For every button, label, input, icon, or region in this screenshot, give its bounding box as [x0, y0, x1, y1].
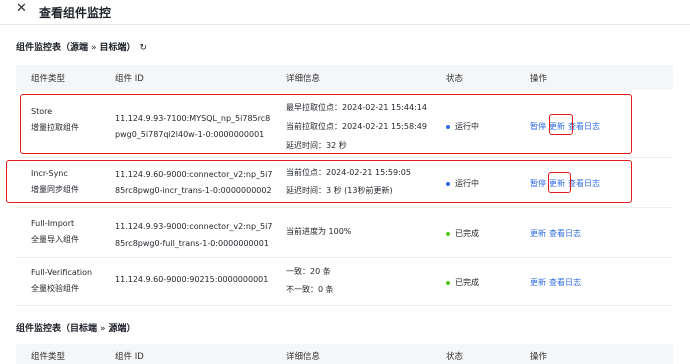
row3-status: 已完成 — [446, 228, 479, 239]
section-title-target: 目标端） — [99, 43, 136, 53]
column-header-status: 状态 — [446, 74, 464, 84]
direction-arrow: » — [100, 324, 106, 334]
row-divider — [16, 305, 673, 306]
view-log-button[interactable]: 查看日志 — [549, 229, 581, 238]
highlight-box — [6, 160, 632, 203]
row3-id: 11.124.9.93-9000:connector_v2:np_5i7 85r… — [115, 218, 272, 252]
header-divider — [0, 24, 690, 25]
component-id-line1: 11.124.9.60-9000:90215:0000000001 — [115, 275, 269, 284]
close-icon[interactable]: ✕ — [16, 1, 27, 16]
section-title-text: 组件监控表（源端 — [16, 43, 89, 53]
column-header-status: 状态 — [446, 352, 464, 362]
row4-details: 一致：20 条 不一致：0 条 — [286, 263, 334, 299]
section-title-source-to-target: 组件监控表（源端» 目标端） ↻ — [16, 40, 147, 53]
component-type-en: Full-Verification — [31, 268, 93, 277]
detail-line: 一致：20 条 — [286, 267, 331, 276]
highlight-box — [548, 172, 571, 193]
component-id-line2: 85rc8pwg0-full_trans-1-0:0000000001 — [115, 239, 269, 248]
component-id-line1: 11.124.9.93-9000:connector_v2:np_5i7 — [115, 222, 273, 231]
detail-line: 不一致：0 条 — [286, 285, 334, 294]
row4-type: Full-Verification 全量校验组件 — [31, 265, 92, 297]
column-header-actions: 操作 — [530, 352, 548, 362]
column-header-actions: 操作 — [530, 74, 548, 84]
row-divider — [16, 157, 673, 158]
row4-actions: 更新 查看日志 — [530, 277, 584, 288]
update-button[interactable]: 更新 — [530, 229, 546, 238]
status-text: 已完成 — [455, 278, 479, 287]
column-header-type: 组件类型 — [31, 74, 66, 84]
row4-status: 已完成 — [446, 277, 479, 288]
update-button[interactable]: 更新 — [530, 278, 546, 287]
column-header-id: 组件 ID — [115, 352, 144, 362]
section-title-target-to-source: 组件监控表（目标端» 源端） — [16, 321, 136, 334]
component-type-cn: 全量导入组件 — [31, 235, 79, 244]
dialog-title: 查看组件监控 — [39, 6, 112, 20]
status-dot — [446, 280, 450, 285]
section-title-target: 源端） — [108, 324, 136, 334]
section-title-text: 组件监控表（目标端 — [16, 324, 98, 334]
status-text: 已完成 — [455, 229, 479, 238]
row-divider — [16, 257, 673, 258]
column-header-type: 组件类型 — [31, 352, 66, 362]
column-header-id: 组件 ID — [115, 74, 144, 84]
component-type-en: Full-Import — [31, 219, 75, 228]
status-dot — [446, 231, 450, 236]
view-log-button[interactable]: 查看日志 — [549, 278, 581, 287]
column-header-details: 详细信息 — [286, 74, 321, 84]
component-type-cn: 全量校验组件 — [31, 284, 79, 293]
highlight-box — [549, 114, 573, 135]
highlight-box — [20, 94, 632, 154]
row3-details: 当前进度为 100% — [286, 222, 351, 241]
row3-actions: 更新 查看日志 — [530, 228, 584, 239]
row-divider — [16, 207, 673, 208]
refresh-icon[interactable]: ↻ — [140, 43, 148, 53]
detail-line: 当前进度为 100% — [286, 227, 352, 236]
row4-id: 11.124.9.60-9000:90215:0000000001 — [115, 272, 268, 288]
column-header-details: 详细信息 — [286, 352, 321, 362]
row3-type: Full-Import 全量导入组件 — [31, 216, 79, 248]
direction-arrow: » — [91, 43, 97, 53]
